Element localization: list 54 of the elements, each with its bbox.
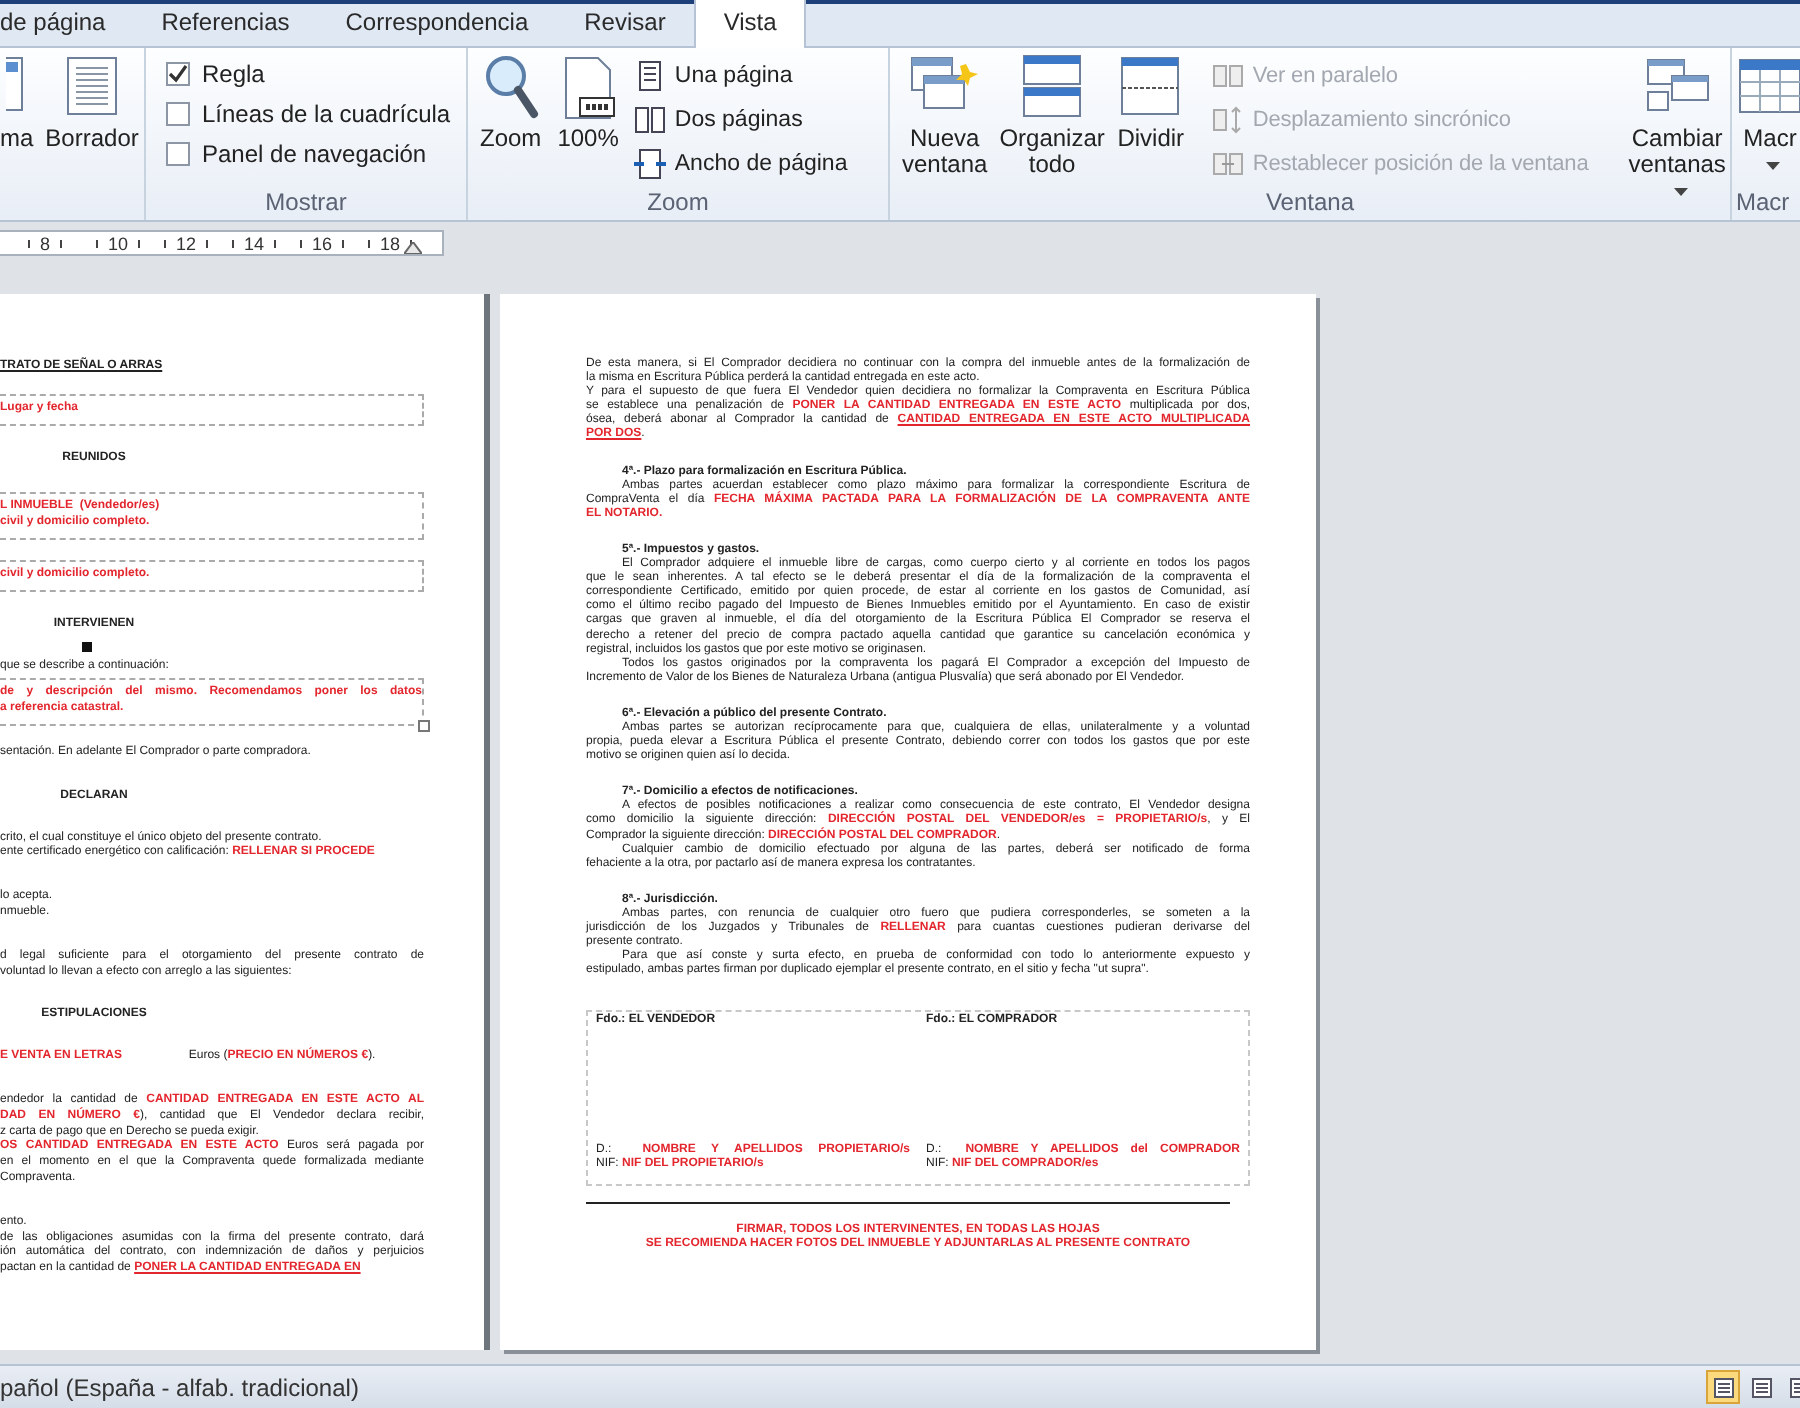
ribbon-tab[interactable]: de página xyxy=(0,0,134,46)
language-status[interactable]: pañol (España - alfab. tradicional) xyxy=(0,1373,359,1401)
checkbox-label: Panel de navegación xyxy=(202,140,427,168)
ruler-number: 18 xyxy=(380,233,401,253)
ruler-number: 10 xyxy=(108,233,129,253)
one-page-icon xyxy=(634,60,667,92)
ribbon-button[interactable]: Borrador xyxy=(45,52,143,152)
page-width-icon xyxy=(634,148,667,180)
ribbon-button[interactable]: Zoom xyxy=(476,52,546,152)
group-label: Mostrar xyxy=(265,188,347,220)
sync-scroll-icon xyxy=(1212,104,1245,136)
two-pages-icon xyxy=(634,104,667,136)
ribbon-button[interactable]: ma xyxy=(0,52,38,152)
ribbon-button[interactable]: Una página xyxy=(630,58,852,94)
page-view-icon xyxy=(1711,1375,1735,1399)
ribbon-button[interactable]: Dividir xyxy=(1112,52,1189,152)
group-label: Zoom xyxy=(647,188,709,220)
caret-icon xyxy=(1673,187,1688,196)
magnifier-icon xyxy=(480,52,541,120)
caret-icon xyxy=(1766,161,1780,170)
ribbon-tab[interactable]: Correspondencia xyxy=(317,0,557,46)
ribbon-button[interactable]: Cambiar ventanas xyxy=(1624,52,1730,204)
ribbon-button[interactable]: Organizar todo xyxy=(995,52,1109,178)
ruler-number: 14 xyxy=(244,233,265,253)
checkbox[interactable] xyxy=(166,102,190,126)
view-button[interactable] xyxy=(1706,1370,1740,1404)
checkmark-icon xyxy=(168,64,188,84)
reset-windows-icon xyxy=(1212,148,1245,180)
ruler[interactable]: 8 10 12 14 16 18 xyxy=(0,230,444,256)
group-label: Ventana xyxy=(1265,188,1355,220)
ruler-number: 16 xyxy=(312,233,333,253)
ribbon-button[interactable]: Dos páginas xyxy=(630,102,852,138)
ribbon-button[interactable]: Ancho de página xyxy=(630,146,852,182)
ribbon-tab[interactable]: Referencias xyxy=(133,0,318,46)
resize-handle[interactable] xyxy=(418,719,430,732)
ruler-number: 12 xyxy=(176,233,197,253)
checkbox-label: Regla xyxy=(202,60,265,88)
ribbon-tab[interactable]: Vista xyxy=(693,0,807,48)
ruler-number: 8 xyxy=(40,233,51,253)
checkbox-label: Líneas de la cuadrícula xyxy=(202,100,451,128)
page-view-icon xyxy=(1749,1375,1773,1399)
ribbon-button[interactable]: Macr xyxy=(1736,52,1800,178)
ribbon-button[interactable]: 100% xyxy=(553,52,623,152)
checkbox[interactable] xyxy=(166,62,190,86)
ribbon-button[interactable]: Nueva ventana xyxy=(898,52,992,178)
group-label: Macr xyxy=(1734,188,1790,220)
split-window-icon xyxy=(1116,52,1185,120)
side-by-side-icon xyxy=(1212,60,1245,92)
object-anchor-icon xyxy=(82,641,92,652)
checkbox[interactable] xyxy=(166,142,190,166)
stacked-windows-icon xyxy=(1018,52,1087,120)
ribbon-tab[interactable]: Revisar xyxy=(556,0,694,46)
indent-marker-icon xyxy=(404,242,422,254)
document-icon xyxy=(62,52,123,120)
